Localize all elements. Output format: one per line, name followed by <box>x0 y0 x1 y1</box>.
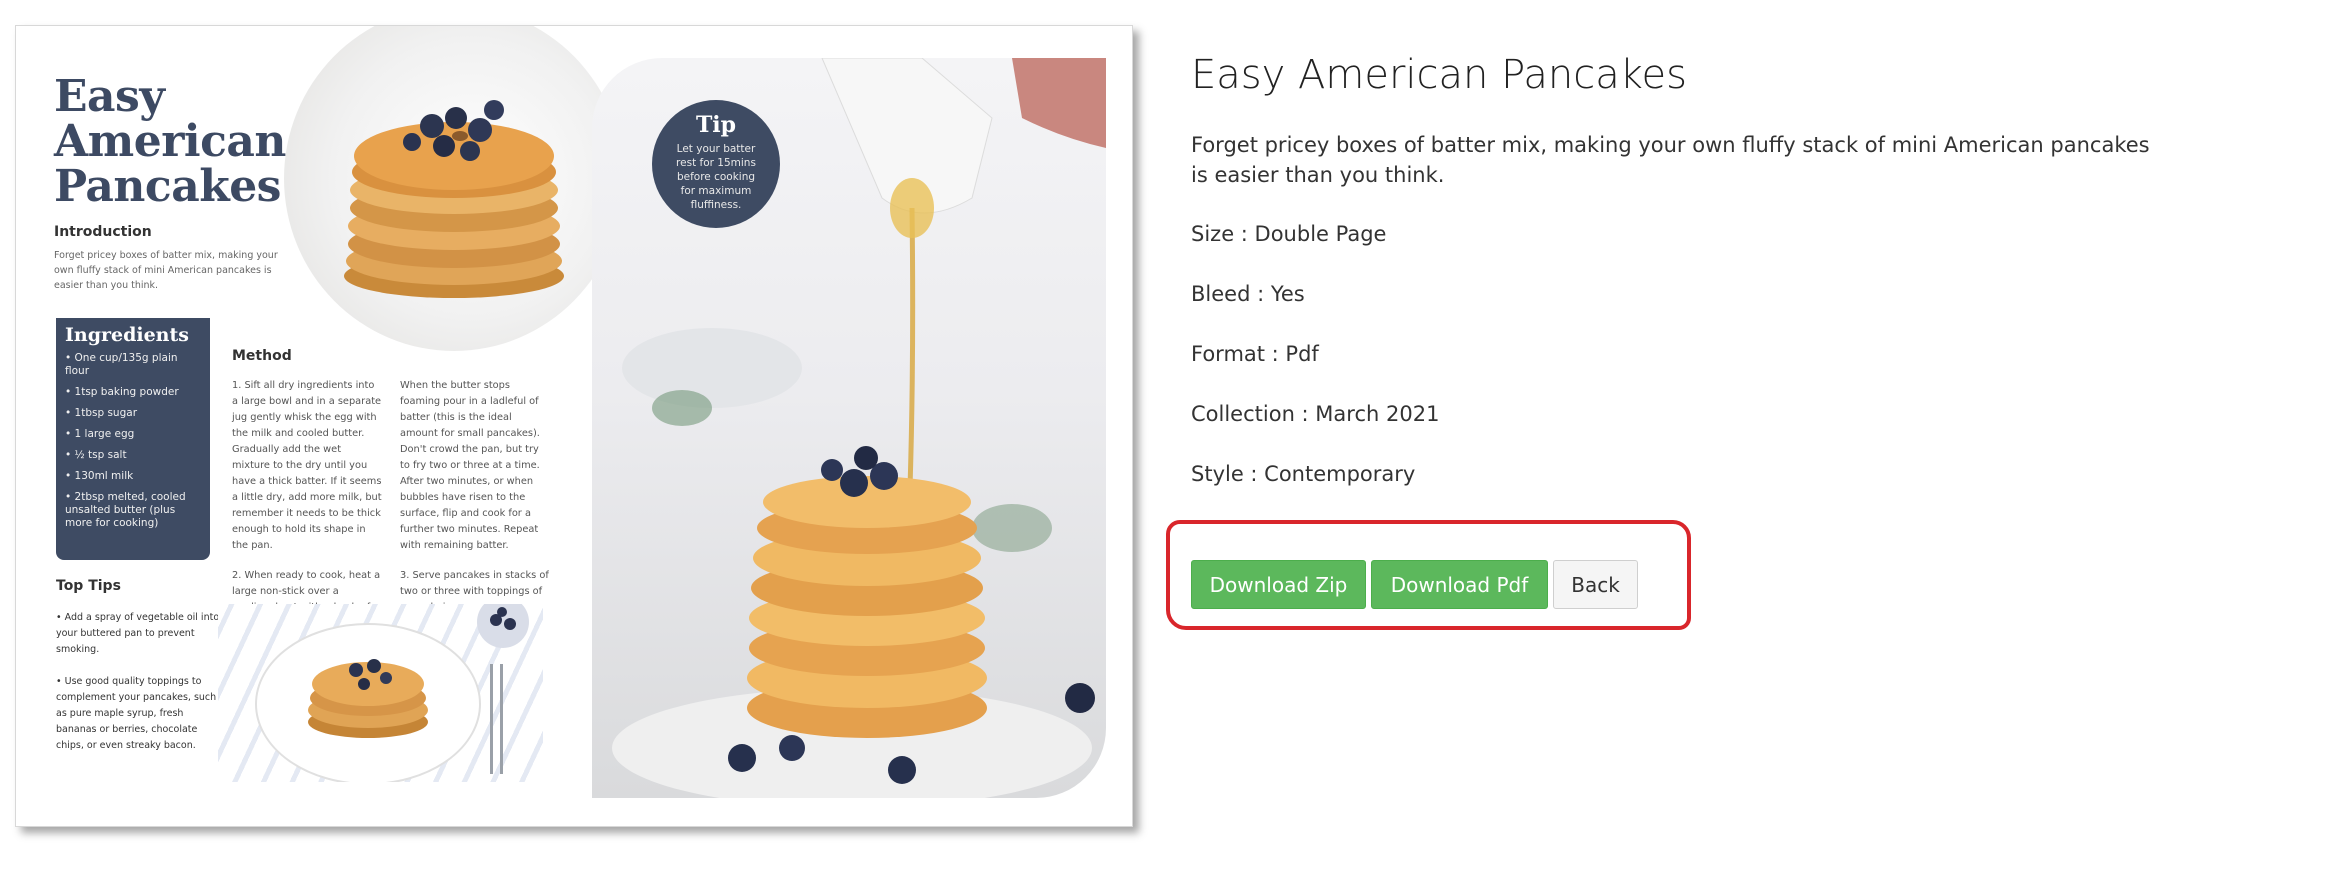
method-step: When the butter stops foaming pour in a … <box>400 380 540 551</box>
pancake-plate-photo <box>218 604 543 782</box>
ingredient-item: • 2tbsp melted, cooled unsalted butter (… <box>65 491 186 529</box>
ingredient-item: • ½ tsp salt <box>65 449 127 461</box>
top-tips-text: • Add a spray of vegetable oil into your… <box>56 610 226 754</box>
method-column-2: When the butter stops foaming pour in a … <box>400 378 550 630</box>
spread-title-line-3: Pancakes <box>54 161 281 212</box>
spread-title-line-1: Easy <box>54 71 165 122</box>
method-step: 1. Sift all dry ingredients into a large… <box>232 380 382 551</box>
top-tip-item: • Use good quality toppings to complemen… <box>56 676 217 751</box>
page-title: Easy American Pancakes <box>1191 52 1687 98</box>
product-description: Forget pricey boxes of batter mix, makin… <box>1191 133 2150 187</box>
spread-title: Easy American Pancakes <box>54 74 294 209</box>
top-tip-item: • Add a spray of vegetable oil into your… <box>56 612 220 655</box>
pancake-stack-illustration <box>344 100 564 298</box>
size-field: Size : Double Page <box>1191 222 1387 246</box>
ingredient-item: • 1 large egg <box>65 428 135 440</box>
intro-text: Forget pricey boxes of batter mix, makin… <box>54 250 278 291</box>
intro-heading: Introduction <box>54 224 152 240</box>
pancake-circle-photo <box>284 26 624 351</box>
method-heading: Method <box>232 348 292 364</box>
buttons-highlight-outline <box>1166 520 1691 630</box>
tip-badge: Tip Let your batter rest for 15mins befo… <box>652 100 780 228</box>
spread-title-line-2: American <box>54 116 286 167</box>
pancake-plate-illustration <box>255 604 529 782</box>
pancake-stack-photo: Tip Let your batter rest for 15mins befo… <box>592 58 1106 798</box>
ingredient-item: • 1tsp baking powder <box>65 386 179 398</box>
ingredient-item: • 1tbsp sugar <box>65 407 138 419</box>
collection-field: Collection : March 2021 <box>1191 402 1440 426</box>
ingredient-item: • 130ml milk <box>65 470 134 482</box>
tip-text: Let your batter rest for 15mins before c… <box>676 143 756 211</box>
ingredients-heading: Ingredients <box>65 324 189 346</box>
style-field: Style : Contemporary <box>1191 462 1416 486</box>
magazine-spread-preview: Easy American Pancakes Introduction Forg… <box>15 25 1133 827</box>
format-field: Format : Pdf <box>1191 342 1319 366</box>
ingredient-item: • One cup/135g plain flour <box>65 352 178 377</box>
ingredients-box: Ingredients • One cup/135g plain flour •… <box>56 318 210 560</box>
top-tips-heading: Top Tips <box>56 578 121 594</box>
tip-heading: Tip <box>695 112 737 138</box>
bleed-field: Bleed : Yes <box>1191 282 1305 306</box>
